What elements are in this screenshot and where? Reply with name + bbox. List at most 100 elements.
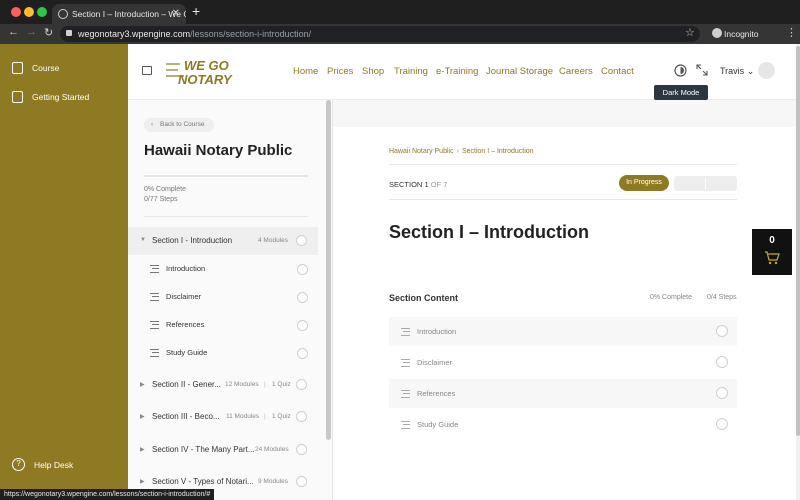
we-go-notary-logo[interactable]: WE GO NOTARY	[164, 56, 246, 88]
cart-widget[interactable]: 0	[752, 229, 792, 275]
caret-down-icon: ▼	[140, 237, 146, 243]
nav-shop[interactable]: Shop	[362, 66, 384, 77]
divider	[389, 199, 737, 200]
url-text[interactable]: wegonotary3.wpengine.com/lessons/section…	[78, 27, 311, 41]
dark-mode-icon[interactable]	[674, 64, 687, 77]
separator: |	[264, 381, 266, 388]
section-row-2[interactable]: ▶ Section II - Gener... 12 Modules | 1 Q…	[128, 371, 318, 399]
course-percent: 0% Complete	[144, 186, 187, 193]
content-item[interactable]: Study Guide	[389, 410, 737, 439]
fullscreen-icon[interactable]	[696, 64, 708, 76]
browser-tab[interactable]: Section I – Introduction – We G ✕	[52, 4, 186, 24]
nav-prices[interactable]: Prices	[327, 66, 353, 77]
caret-right-icon: ▶	[140, 447, 145, 453]
status-circle-icon	[716, 325, 728, 337]
nav-training[interactable]: Training	[394, 66, 428, 77]
forward-arrow-icon[interactable]: →	[26, 26, 37, 38]
book-icon	[12, 62, 23, 74]
status-circle-icon	[297, 320, 308, 331]
minimize-window-button[interactable]	[24, 7, 34, 17]
divider	[389, 164, 737, 165]
separator: |	[264, 413, 266, 420]
lesson-list-icon	[150, 349, 159, 357]
caret-right-icon: ▶	[140, 414, 145, 420]
status-circle-icon	[716, 356, 728, 368]
section-row-3[interactable]: ▶ Section III - Beco... 11 Modules | 1 Q…	[128, 403, 318, 431]
content-item-title: Introduction	[417, 327, 457, 336]
help-desk-link[interactable]: ? Help Desk	[12, 458, 73, 471]
section-title: Section V - Types of Notari...	[152, 477, 254, 486]
section-quiz: 1 Quiz	[272, 413, 291, 420]
cart-count: 0	[769, 235, 775, 246]
section-title: Section III - Beco...	[152, 412, 220, 421]
section-counter: SECTION 1 OF 7	[389, 180, 448, 189]
lesson-list-icon	[401, 421, 410, 429]
help-desk-label: Help Desk	[34, 459, 74, 470]
nav-contact[interactable]: Contact	[601, 66, 634, 77]
prev-next-pager[interactable]	[674, 176, 737, 191]
status-circle-icon	[297, 264, 308, 275]
avatar[interactable]	[758, 62, 775, 79]
sidebar-item-label: Getting Started	[32, 92, 90, 102]
section-modules: 9 Modules	[258, 478, 288, 485]
breadcrumb-section[interactable]: Section I – Introduction	[462, 148, 534, 155]
reload-icon[interactable]: ↻	[44, 26, 53, 39]
back-to-course-button[interactable]: Back to Course	[144, 118, 215, 132]
lesson-content: Hawaii Notary Public › Section I – Introdu…	[333, 100, 798, 500]
back-arrow-icon[interactable]: ←	[8, 26, 19, 38]
sidebar-item-course[interactable]: Course	[12, 62, 59, 74]
address-bar: ← → ↻ wegonotary3.wpengine.com/lessons/s…	[0, 24, 800, 44]
lesson-row[interactable]: References	[128, 311, 318, 339]
content-item[interactable]: Disclaimer	[389, 348, 737, 377]
lesson-row[interactable]: Study Guide	[128, 339, 318, 367]
page-scrollbar[interactable]	[796, 44, 800, 500]
sidebar-item-label: Course	[32, 63, 60, 73]
section-row-4[interactable]: ▶ Section IV - The Many Part... 24 Modul…	[128, 436, 318, 464]
nav-home[interactable]: Home	[293, 66, 318, 77]
browser-menu-icon[interactable]: ⋮	[786, 26, 797, 39]
nav-e-training[interactable]: e-Training	[436, 66, 478, 77]
page-title: Section I – Introduction	[389, 222, 590, 242]
nav-journal-storage[interactable]: Journal Storage	[486, 66, 553, 77]
sidebar-item-getting-started[interactable]: Getting Started	[12, 91, 89, 103]
close-tab-icon[interactable]: ✕	[172, 4, 180, 24]
content-item[interactable]: References	[389, 379, 737, 408]
breadcrumb-separator: ›	[456, 148, 459, 155]
maximize-window-button[interactable]	[37, 7, 47, 17]
globe-icon	[58, 9, 68, 19]
content-item[interactable]: Introduction	[389, 317, 737, 346]
chevron-down-icon: ⌄	[746, 66, 755, 76]
breadcrumb: Hawaii Notary Public › Section I – Introdu…	[389, 148, 534, 155]
close-window-button[interactable]	[11, 7, 21, 17]
status-circle-icon	[296, 379, 307, 390]
section-modules: 12 Modules	[225, 381, 259, 388]
section-title: Section II - Gener...	[152, 380, 221, 389]
lesson-list-icon	[401, 359, 410, 367]
status-circle-icon	[296, 444, 307, 455]
help-icon: ?	[12, 458, 25, 471]
new-tab-button[interactable]: +	[192, 3, 200, 19]
breadcrumb-course[interactable]: Hawaii Notary Public	[389, 148, 454, 155]
panel-scrollbar[interactable]	[326, 100, 331, 440]
logo-line1: WE GO	[184, 58, 229, 73]
section-row-1[interactable]: ▼ Section I - Introduction 4 Modules	[128, 227, 318, 255]
course-title: Hawaii Notary Public	[144, 142, 293, 159]
page-scroll-thumb[interactable]	[796, 46, 800, 436]
lesson-row[interactable]: Introduction	[128, 255, 318, 283]
lock-icon	[66, 30, 72, 36]
lesson-title: References	[166, 320, 205, 329]
section-modules: 11 Modules	[226, 413, 260, 420]
status-circle-icon	[296, 235, 307, 246]
user-menu[interactable]: Travis ⌄	[720, 66, 754, 77]
sidebar-toggle-icon[interactable]	[142, 66, 152, 75]
status-circle-icon	[297, 348, 308, 359]
caret-right-icon: ▶	[140, 479, 145, 485]
star-icon[interactable]: ☆	[685, 26, 695, 39]
lesson-row[interactable]: Disclaimer	[128, 283, 318, 311]
content-item-title: References	[417, 389, 456, 398]
lesson-list-icon	[401, 328, 410, 336]
section-modules: 4 Modules	[258, 237, 288, 244]
nav-careers[interactable]: Careers	[559, 66, 593, 77]
tab-title: Section I – Introduction – We G	[72, 9, 186, 19]
lesson-list-icon	[150, 293, 159, 301]
